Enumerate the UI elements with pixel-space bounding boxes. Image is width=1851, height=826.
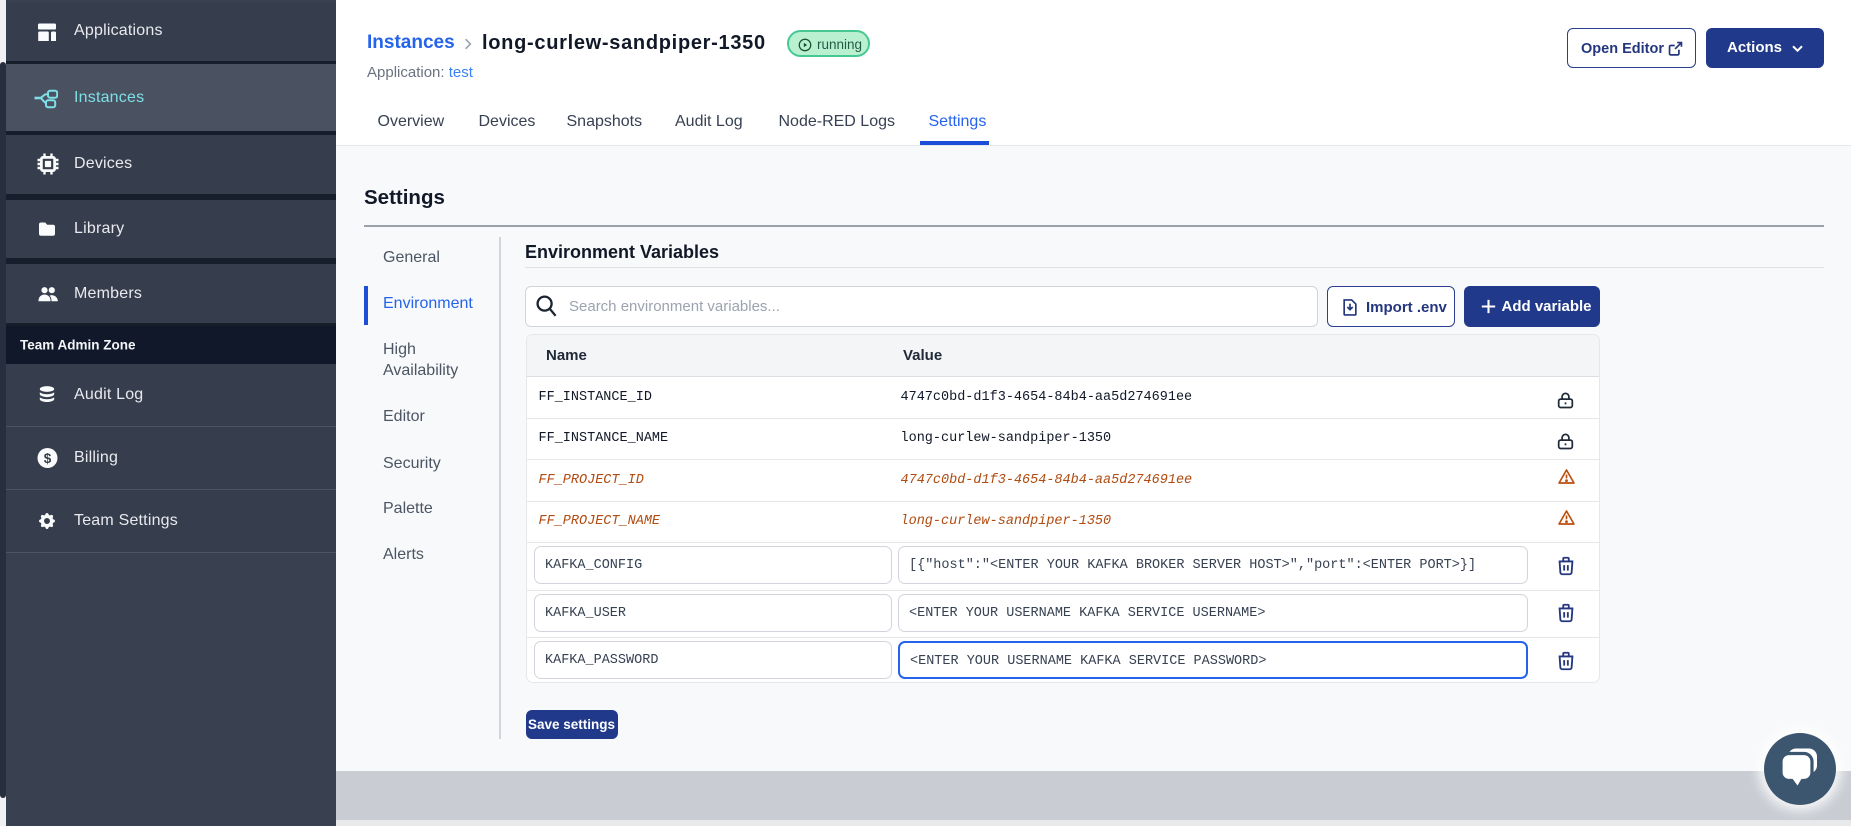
svg-text:$: $ — [44, 451, 52, 466]
